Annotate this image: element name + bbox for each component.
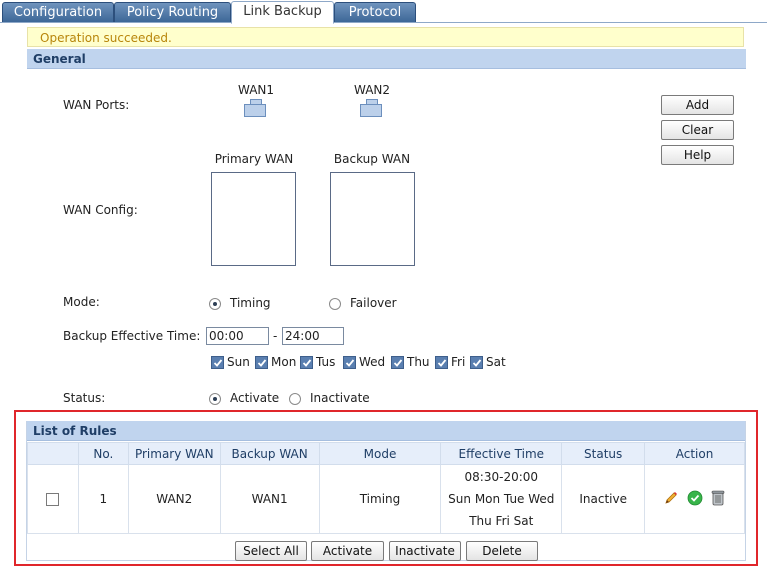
day-sat-label: Sat bbox=[486, 355, 506, 369]
day-mon-checkbox[interactable] bbox=[255, 356, 268, 369]
row-status: Inactive bbox=[561, 464, 646, 534]
table-row: 1 WAN2 WAN1 Timing 08:30-20:00 Sun Mon T… bbox=[27, 464, 745, 534]
mode-label: Mode: bbox=[63, 295, 100, 309]
day-thu-checkbox[interactable] bbox=[391, 356, 404, 369]
day-tus-label: Tus bbox=[316, 355, 336, 369]
day-fri-checkbox[interactable] bbox=[435, 356, 448, 369]
row-effective-time: 08:30-20:00 Sun Mon Tue Wed Thu Fri Sat bbox=[440, 464, 563, 534]
row-primary-wan: WAN2 bbox=[127, 464, 221, 534]
day-sat-checkbox[interactable] bbox=[470, 356, 483, 369]
col-no: No. bbox=[77, 442, 129, 465]
col-select bbox=[27, 442, 79, 465]
help-button[interactable]: Help bbox=[661, 145, 734, 165]
time-end-input[interactable] bbox=[282, 327, 344, 345]
activate-check-icon[interactable] bbox=[687, 490, 703, 509]
wan-ports-label: WAN Ports: bbox=[63, 98, 130, 112]
primary-wan-dropzone[interactable] bbox=[211, 172, 296, 266]
status-label: Status: bbox=[63, 391, 106, 405]
general-section-header: General bbox=[27, 49, 746, 69]
backup-wan-label: Backup WAN bbox=[333, 152, 411, 166]
mode-timing-radio[interactable] bbox=[209, 298, 221, 310]
rules-section-header: List of Rules bbox=[27, 421, 745, 441]
rules-table: No. Primary WAN Backup WAN Mode Effectiv… bbox=[27, 442, 745, 534]
tab-policy-routing[interactable]: Policy Routing bbox=[114, 2, 231, 22]
status-activate-label: Activate bbox=[230, 391, 280, 405]
wan1-port-icon[interactable] bbox=[244, 99, 266, 119]
add-button[interactable]: Add bbox=[661, 95, 734, 115]
activate-button[interactable]: Activate bbox=[311, 541, 384, 561]
tab-link-backup[interactable]: Link Backup bbox=[231, 1, 334, 24]
day-wed-label: Wed bbox=[359, 355, 386, 369]
effective-time-range: 08:30-20:00 bbox=[464, 470, 539, 484]
col-status: Status bbox=[561, 442, 646, 465]
rules-header-row: No. Primary WAN Backup WAN Mode Effectiv… bbox=[27, 442, 745, 465]
day-wed-checkbox[interactable] bbox=[343, 356, 356, 369]
effective-days-line2: Thu Fri Sat bbox=[469, 514, 534, 528]
tab-configuration[interactable]: Configuration bbox=[2, 2, 114, 22]
mode-timing-label: Timing bbox=[230, 296, 271, 310]
primary-wan-label: Primary WAN bbox=[214, 152, 294, 166]
clear-button[interactable]: Clear bbox=[661, 120, 734, 140]
tab-protocol[interactable]: Protocol bbox=[334, 2, 416, 22]
mode-failover-radio[interactable] bbox=[329, 298, 341, 310]
delete-trash-icon[interactable] bbox=[710, 489, 726, 509]
time-separator: - bbox=[273, 329, 278, 343]
row-actions bbox=[644, 464, 745, 534]
col-primary-wan: Primary WAN bbox=[127, 442, 221, 465]
success-notice: Operation succeeded. bbox=[27, 27, 744, 47]
delete-button[interactable]: Delete bbox=[466, 541, 538, 561]
day-mon-label: Mon bbox=[271, 355, 297, 369]
backup-time-label: Backup Effective Time: bbox=[63, 329, 201, 343]
row-no: 1 bbox=[77, 464, 129, 534]
tab-bar: Configuration Policy Routing Link Backup… bbox=[0, 0, 767, 24]
effective-days-line1: Sun Mon Tue Wed bbox=[448, 492, 555, 506]
row-backup-wan: WAN1 bbox=[219, 464, 320, 534]
wan-config-label: WAN Config: bbox=[63, 203, 138, 217]
wan2-port-icon[interactable] bbox=[360, 99, 382, 119]
day-thu-label: Thu bbox=[407, 355, 430, 369]
wan2-port-label: WAN2 bbox=[353, 83, 391, 97]
row-mode: Timing bbox=[318, 464, 442, 534]
day-sun-checkbox[interactable] bbox=[211, 356, 224, 369]
day-sun-label: Sun bbox=[227, 355, 250, 369]
day-tus-checkbox[interactable] bbox=[300, 356, 313, 369]
status-inactivate-label: Inactivate bbox=[310, 391, 370, 405]
status-activate-radio[interactable] bbox=[209, 393, 221, 405]
time-start-input[interactable] bbox=[206, 327, 269, 345]
day-fri-label: Fri bbox=[451, 355, 466, 369]
col-action: Action bbox=[644, 442, 745, 465]
col-backup-wan: Backup WAN bbox=[219, 442, 320, 465]
col-effective-time: Effective Time bbox=[440, 442, 563, 465]
wan1-port-label: WAN1 bbox=[237, 83, 275, 97]
inactivate-button[interactable]: Inactivate bbox=[389, 541, 461, 561]
backup-wan-dropzone[interactable] bbox=[330, 172, 415, 266]
select-all-button[interactable]: Select All bbox=[235, 541, 307, 561]
row-select-checkbox[interactable] bbox=[46, 493, 60, 506]
mode-failover-label: Failover bbox=[350, 296, 397, 310]
edit-pencil-icon[interactable] bbox=[663, 490, 679, 509]
row-select-cell bbox=[27, 464, 79, 534]
col-mode: Mode bbox=[318, 442, 442, 465]
status-inactivate-radio[interactable] bbox=[289, 393, 301, 405]
